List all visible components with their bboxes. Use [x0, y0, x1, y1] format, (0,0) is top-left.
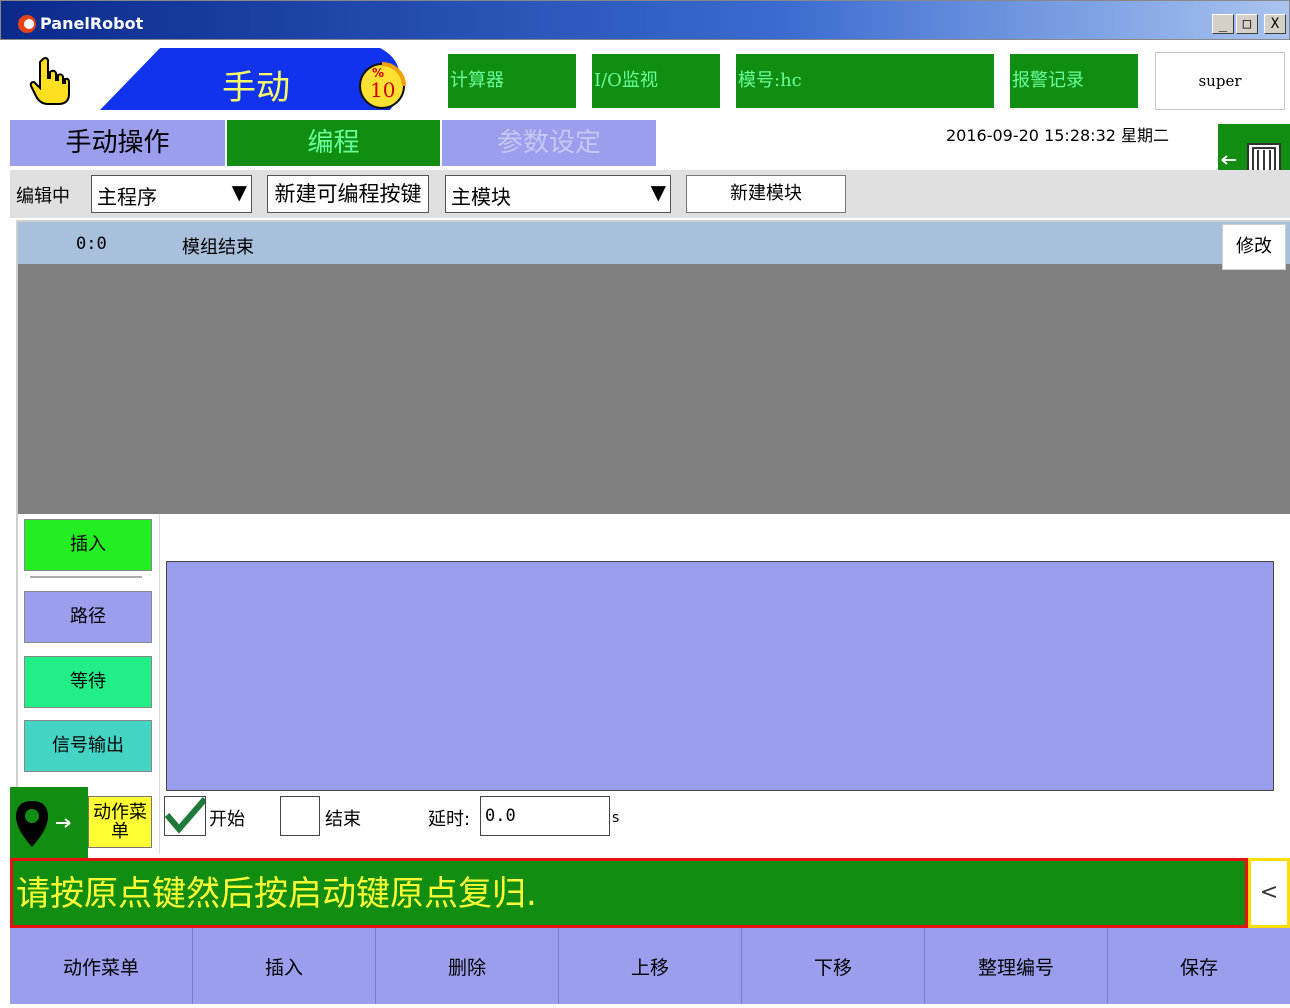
move-down-command-button[interactable]: 下移 — [742, 928, 925, 1004]
path-button[interactable]: 路径 — [24, 591, 152, 643]
program-list[interactable] — [16, 220, 1290, 514]
move-up-command-button[interactable]: 上移 — [559, 928, 742, 1004]
app-logo-icon — [18, 15, 36, 33]
action-menu-button[interactable]: 动作菜单 — [88, 796, 152, 848]
speed-dial[interactable]: % 10 — [354, 54, 424, 110]
editing-label: 编辑中 — [16, 186, 70, 207]
delay-input[interactable]: 0.0 — [480, 796, 610, 836]
delay-label: 延时: — [428, 809, 471, 830]
mold-number-button[interactable]: 模号:hc — [736, 54, 994, 108]
modify-button[interactable]: 修改 — [1222, 224, 1286, 270]
insert-action-button[interactable]: 插入 — [24, 519, 152, 571]
program-row-text: 模组结束 — [182, 237, 254, 258]
mode-label: 手动 — [222, 68, 290, 108]
close-button[interactable]: X — [1264, 14, 1286, 34]
start-checkbox[interactable] — [164, 796, 208, 836]
location-button[interactable] — [10, 787, 88, 861]
module-select-value: 主模块 — [451, 185, 511, 209]
program-select[interactable]: 主程序 ▼ — [91, 175, 252, 213]
delete-command-button[interactable]: 删除 — [376, 928, 559, 1004]
status-message: 请按原点键然后按启动键原点复归. — [16, 874, 537, 914]
new-module-button[interactable]: 新建模块 — [686, 175, 846, 213]
io-monitor-button[interactable]: I/O监视 — [592, 54, 720, 108]
program-select-value: 主程序 — [97, 185, 157, 209]
divider — [30, 576, 142, 578]
window-title: PanelRobot — [40, 14, 144, 33]
renumber-command-button[interactable]: 整理编号 — [925, 928, 1108, 1004]
minimize-button[interactable]: _ — [1212, 14, 1234, 34]
title-bar — [0, 0, 1290, 40]
module-select[interactable]: 主模块 ▼ — [445, 175, 671, 213]
dropdown-arrow-icon: ▼ — [231, 180, 247, 204]
delay-unit: s — [612, 810, 620, 826]
save-command-button[interactable]: 保存 — [1108, 928, 1290, 1004]
message-toggle-button[interactable]: < — [1248, 858, 1290, 928]
hand-pointer-icon[interactable] — [28, 56, 72, 106]
alarm-log-button[interactable]: 报警记录 — [1010, 54, 1138, 108]
action-menu-command-button[interactable]: 动作菜单 — [10, 928, 193, 1004]
maximize-button[interactable]: □ — [1236, 14, 1258, 34]
tab-programming[interactable]: 编程 — [227, 120, 440, 166]
action-parameter-panel[interactable] — [166, 561, 1274, 791]
tab-parameter-settings[interactable]: 参数设定 — [442, 120, 656, 166]
datetime-display: 2016-09-20 15:28:32 星期二 — [946, 126, 1170, 145]
signal-output-button[interactable]: 信号输出 — [24, 720, 152, 772]
location-pin-icon — [16, 801, 71, 847]
new-programmable-key-button[interactable]: 新建可编程按键 — [267, 175, 429, 213]
end-label: 结束 — [325, 809, 361, 830]
start-label: 开始 — [209, 809, 245, 830]
command-bar: 动作菜单 插入 删除 上移 下移 整理编号 保存 — [10, 928, 1290, 1004]
insert-command-button[interactable]: 插入 — [193, 928, 376, 1004]
dropdown-arrow-icon: ▼ — [650, 180, 666, 204]
checkmark-icon — [164, 797, 208, 834]
calculator-button[interactable]: 计算器 — [448, 54, 576, 108]
speed-value: 10 — [370, 78, 396, 102]
tab-manual-operation[interactable]: 手动操作 — [10, 120, 225, 166]
end-checkbox[interactable] — [280, 796, 320, 836]
user-button[interactable]: super — [1155, 52, 1285, 110]
wait-button[interactable]: 等待 — [24, 656, 152, 708]
program-row-index: 0:0 — [76, 234, 107, 254]
